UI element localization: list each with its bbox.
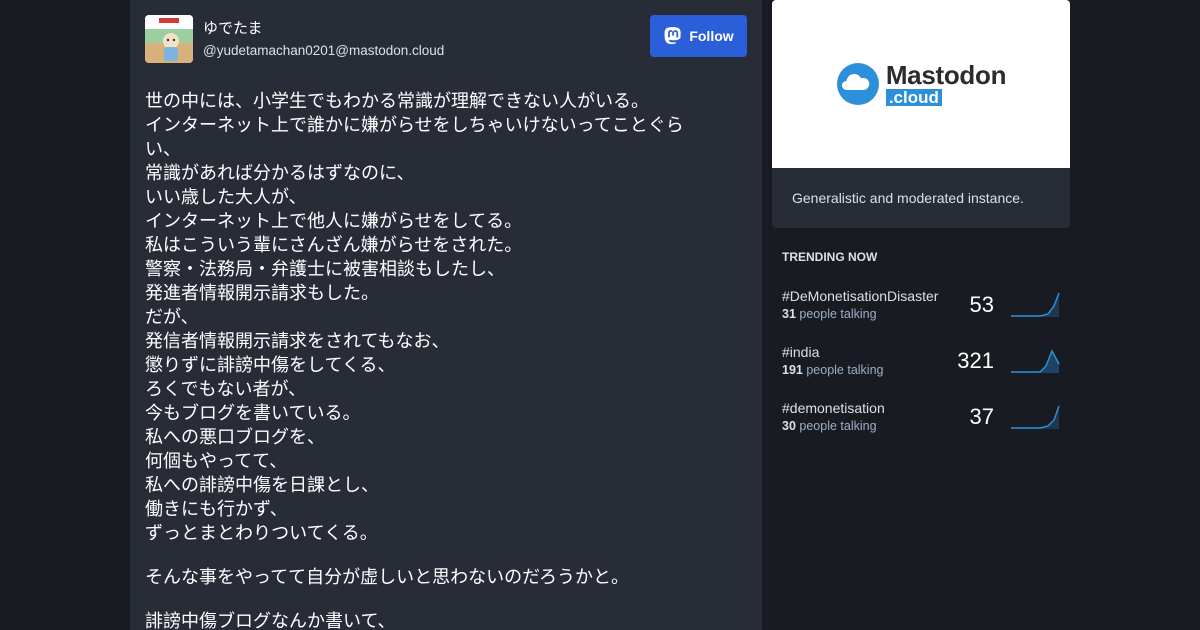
status-paragraph: 誹謗中傷ブログなんか書いて、 [145,611,396,630]
server-banner[interactable]: Mastodon .cloud [772,0,1070,168]
sparkline-chart [1011,292,1060,317]
people-count: 191 [782,363,803,377]
logo-name: Mastodon [885,60,1007,90]
sparkline-chart [1011,405,1060,429]
status-card: ゆでたま @yudetamachan0201@mastodon.cloud Fo… [130,0,762,630]
avatar[interactable] [145,15,193,63]
display-name[interactable]: ゆでたま [203,17,263,38]
mastodon-icon [664,27,682,45]
status-content: 世の中には、小学生でもわかる常識が理解できない人がいる。 インターネット上で誰か… [145,90,725,630]
people-talking: 31 people talking [782,307,877,321]
people-label: people talking [799,419,877,433]
cloud-logo-icon [836,63,879,105]
server-description: Generalistic and moderated instance. [772,168,1070,228]
trend-item[interactable]: #demonetisation 30 people talking 37 [772,392,1070,448]
people-talking: 191 people talking [782,363,884,377]
sidebar: Mastodon .cloud Generalistic and moderat… [772,0,1070,448]
hashtag-link[interactable]: #demonetisation [782,400,885,416]
trending-list: #DeMonetisationDisaster 31 people talkin… [772,280,1070,448]
people-count: 31 [782,307,796,321]
trend-count: 53 [969,292,994,317]
hashtag-link[interactable]: #DeMonetisationDisaster [782,288,938,304]
trending-title: TRENDING NOW [782,250,878,264]
status-paragraph: 世の中には、小学生でもわかる常識が理解できない人がいる。 インターネット上で誰か… [145,91,684,544]
people-talking: 30 people talking [782,419,877,433]
trend-count: 37 [969,404,994,429]
follow-button[interactable]: Follow [650,15,747,57]
status-paragraph: そんな事をやってて自分が虚しいと思わないのだろうかと。 [145,567,630,588]
trend-count: 321 [957,348,994,373]
trend-item[interactable]: #india 191 people talking 321 [772,336,1070,392]
follow-button-label: Follow [689,28,734,44]
people-label: people talking [799,307,877,321]
sparkline-chart [1011,349,1060,373]
account-handle[interactable]: @yudetamachan0201@mastodon.cloud [203,43,444,58]
hashtag-link[interactable]: #india [782,344,819,360]
people-label: people talking [806,363,884,377]
trend-item[interactable]: #DeMonetisationDisaster 31 people talkin… [772,280,1070,336]
people-count: 30 [782,419,796,433]
server-logo: Mastodon .cloud [836,62,1006,106]
logo-domain: .cloud [885,89,942,106]
